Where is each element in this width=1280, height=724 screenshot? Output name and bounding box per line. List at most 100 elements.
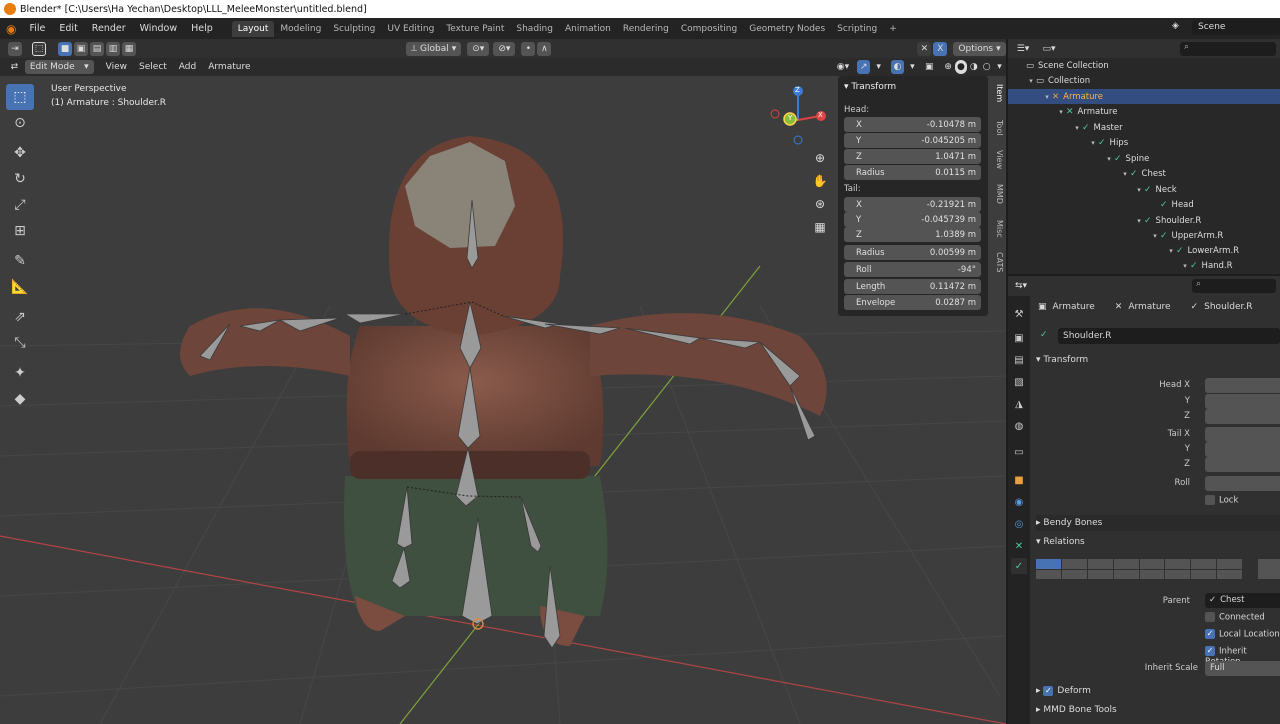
pivot-dropdown[interactable]: ⊙▾ [467, 41, 490, 56]
layer-cell[interactable] [1087, 569, 1113, 579]
constraints-tab-icon[interactable]: ◎ [1011, 516, 1027, 532]
head-radius-field[interactable]: Radius 0.0115 m [844, 165, 981, 180]
connected-checkbox[interactable]: Connected [1205, 612, 1265, 623]
layer-cell[interactable] [1165, 569, 1191, 579]
parent-field[interactable]: ✓ Chest [1205, 593, 1280, 608]
tail-z-field[interactable]: Z 1.0389 m [844, 227, 981, 242]
world-tab-icon[interactable]: ◍ [1011, 418, 1027, 434]
roll-field[interactable]: Roll -94° [844, 262, 981, 277]
envelope-tool-icon[interactable]: ◆ [6, 386, 34, 412]
mode-dropdown[interactable]: Edit Mode ▾ [24, 60, 94, 74]
roll-tool-icon[interactable]: ✦ [6, 360, 34, 386]
bone-layers-grid[interactable] [1036, 559, 1242, 579]
outliner-row-selected[interactable]: ▾ ✕ Armature [1008, 89, 1280, 104]
outliner-row[interactable]: ▾ ✓ Shoulder.R [1134, 213, 1280, 228]
layer-cell[interactable] [1113, 569, 1139, 579]
collection-tab-icon[interactable]: ▭ [1011, 444, 1027, 460]
menu-render[interactable]: Render [85, 23, 133, 34]
tail-x-field[interactable]: X -0.21921 m [844, 197, 981, 212]
gizmo-dropdown-icon[interactable]: ▾ [872, 60, 885, 74]
menu-edit[interactable]: Edit [52, 23, 84, 34]
pan-hand-icon[interactable]: ✋ [810, 171, 830, 191]
head-z-field[interactable]: Z 1.0471 m [844, 149, 981, 164]
bone-tab-icon[interactable]: ✓ [1011, 558, 1027, 574]
layer-cell[interactable] [1061, 569, 1087, 579]
menu-add[interactable]: Add [173, 62, 202, 72]
view-layer-tab-icon[interactable]: ▧ [1011, 374, 1027, 390]
scene-icon[interactable]: ◈ [1172, 21, 1179, 31]
ortho-toggle-icon[interactable]: ▦ [810, 217, 830, 237]
editor-type-3d-icon[interactable]: ⇄ [8, 60, 21, 74]
layer-cell[interactable] [1191, 569, 1217, 579]
menu-view[interactable]: View [100, 62, 133, 72]
tab-sculpting[interactable]: Sculpting [327, 21, 381, 37]
mmd-bone-tools-panel-header[interactable]: ▸ MMD Bone Tools [1036, 702, 1280, 718]
cursor-tool-icon[interactable]: ⊙ [6, 110, 34, 136]
options-dropdown[interactable]: Options ▾ [953, 41, 1006, 56]
tab-uv-editing[interactable]: UV Editing [381, 21, 440, 37]
outliner-row[interactable]: ▾ ✓ Neck [1134, 182, 1280, 197]
scene-name-field[interactable]: Scene [1192, 20, 1280, 35]
expand-icon[interactable]: ▾ [1104, 155, 1114, 163]
wireframe-shading-icon[interactable]: ⊕ [942, 60, 955, 74]
head-z-input[interactable] [1205, 409, 1280, 424]
tail-x-input[interactable] [1205, 427, 1280, 442]
expand-icon[interactable]: ▾ [1134, 186, 1144, 194]
layer-cell[interactable] [1087, 559, 1113, 569]
select-extend-icon[interactable]: ▣ [74, 41, 88, 56]
select-box-icon[interactable]: ⬚ [32, 41, 46, 56]
rendered-shading-icon[interactable]: ○ [980, 60, 993, 74]
annotate-tool-icon[interactable]: ✎ [6, 248, 34, 274]
select-invert-icon[interactable]: ▥ [106, 41, 120, 56]
outliner-row[interactable]: ▾ ✓ Hand.R [1180, 258, 1280, 273]
layer-cell[interactable] [1217, 569, 1242, 579]
move-tool-icon[interactable]: ✥ [6, 140, 34, 166]
tail-y-field[interactable]: Y -0.045739 m [844, 212, 981, 227]
tool-tab-icon[interactable]: ⚒ [1011, 306, 1027, 322]
material-shading-icon[interactable]: ◑ [967, 60, 980, 74]
navigation-gizmo[interactable]: Z X Y [770, 86, 830, 146]
tab-compositing[interactable]: Compositing [675, 21, 743, 37]
transform-panel-header[interactable]: ▾ Transform [1036, 352, 1280, 368]
bone-name-field[interactable]: Shoulder.R [1058, 328, 1280, 344]
zoom-icon[interactable]: ⊕ [810, 148, 830, 168]
shading-dropdown-icon[interactable]: ▾ [993, 60, 1006, 74]
tab-shading[interactable]: Shading [510, 21, 559, 37]
tab-modeling[interactable]: Modeling [274, 21, 327, 37]
render-tab-icon[interactable]: ▣ [1011, 330, 1027, 346]
expand-icon[interactable]: ▾ [1120, 170, 1130, 178]
tab-scripting[interactable]: Scripting [831, 21, 883, 37]
tail-z-input[interactable] [1205, 457, 1280, 472]
editor-type-icon[interactable]: ⇥ [8, 41, 22, 56]
scene-tab-icon[interactable]: ◮ [1011, 396, 1027, 412]
rotate-tool-icon[interactable]: ↻ [6, 166, 34, 192]
snap-dropdown[interactable]: ⊘▾ [493, 41, 516, 56]
expand-icon[interactable]: ▾ [1088, 139, 1098, 147]
armature-data-tab-icon[interactable]: ✕ [1011, 538, 1027, 554]
length-field[interactable]: Length 0.11472 m [844, 279, 981, 294]
layer-cell[interactable] [1113, 559, 1139, 569]
solid-shading-icon[interactable]: ● [954, 60, 968, 74]
tab-misc[interactable]: Misc [990, 220, 1004, 238]
transform-orientation-dropdown[interactable]: ⟂ Global ▾ [406, 41, 462, 56]
head-y-field[interactable]: Y -0.045205 m [844, 133, 981, 148]
outliner-row[interactable]: ▾ ▭ Collection [1026, 73, 1280, 88]
expand-icon[interactable]: ▾ [1072, 124, 1082, 132]
xray-icon[interactable]: ▣ [923, 60, 936, 74]
layer-cell[interactable] [1217, 559, 1242, 569]
select-subtract-icon[interactable]: ▤ [90, 41, 104, 56]
extrude-tool-icon[interactable]: ⇗ [6, 304, 34, 330]
tab-tool[interactable]: Tool [990, 120, 1004, 136]
display-mode-icon[interactable]: ▭▾ [1042, 42, 1056, 56]
transform-tool-icon[interactable]: ⊞ [6, 218, 34, 244]
expand-icon[interactable]: ▾ [1042, 93, 1052, 101]
gizmo-toggle-icon[interactable]: ↗ [857, 60, 871, 74]
expand-icon[interactable]: ▾ [1180, 262, 1190, 270]
head-y-input[interactable] [1205, 394, 1280, 409]
select-tool-icon[interactable]: ⬚ [6, 84, 34, 110]
inherit-scale-dropdown[interactable]: Full [1205, 661, 1280, 676]
expand-icon[interactable]: ▾ [1056, 108, 1066, 116]
output-tab-icon[interactable]: ▤ [1011, 352, 1027, 368]
tab-cats[interactable]: CATS [990, 252, 1004, 272]
blender-menu-icon[interactable]: ◉ [0, 22, 22, 36]
